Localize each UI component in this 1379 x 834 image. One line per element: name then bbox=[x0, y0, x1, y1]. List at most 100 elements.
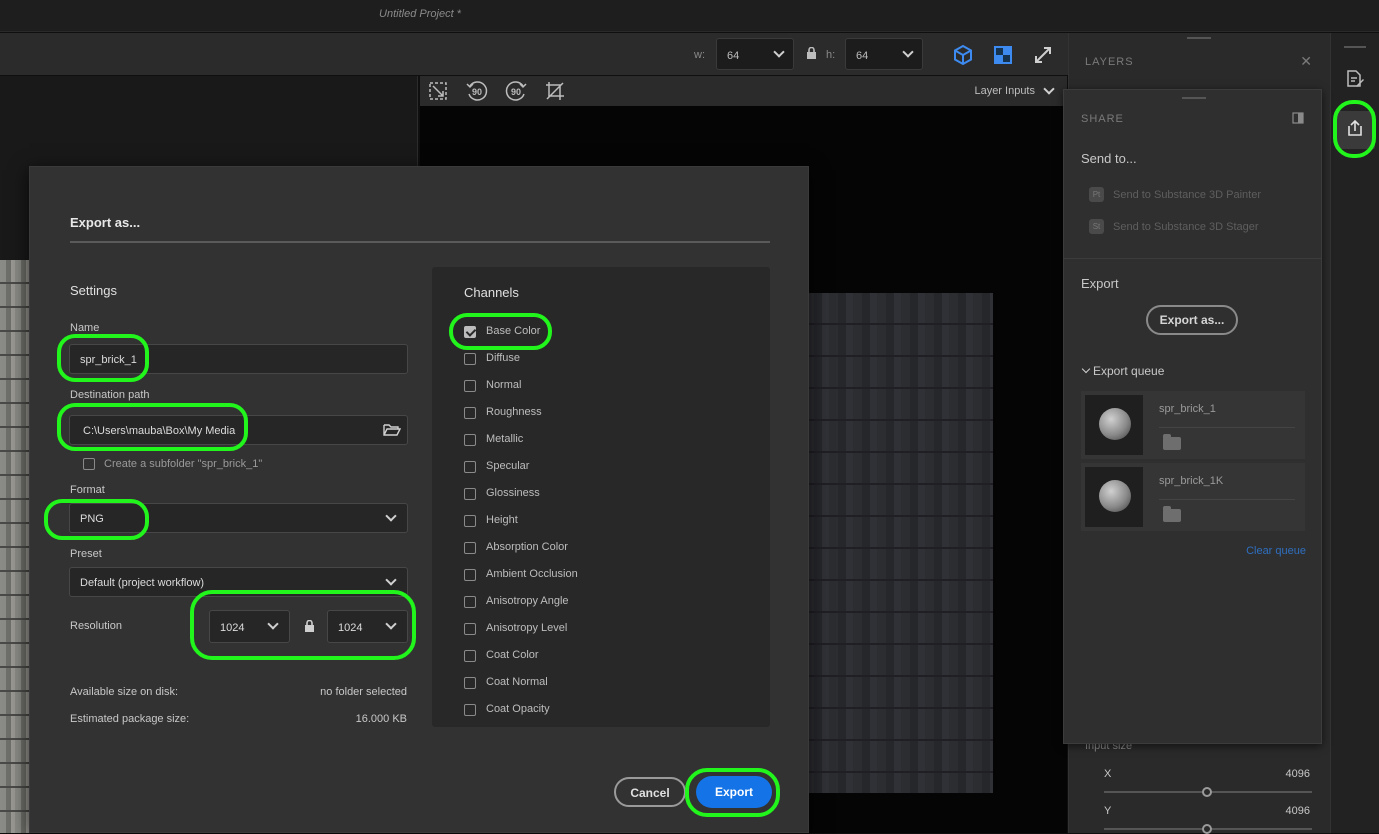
y-label: Y bbox=[1104, 805, 1112, 817]
destination-label: Destination path bbox=[70, 389, 150, 401]
queue-item[interactable]: spr_brick_1 bbox=[1081, 391, 1305, 459]
panel-grip[interactable] bbox=[1187, 37, 1211, 39]
queue-item[interactable]: spr_brick_1K bbox=[1081, 463, 1305, 531]
export-dialog: Export as... Settings Name spr_brick_1 D… bbox=[29, 166, 809, 833]
channel-label: Roughness bbox=[486, 406, 542, 418]
channel-checkbox[interactable] bbox=[464, 407, 476, 419]
layers-title: LAYERS bbox=[1085, 56, 1134, 68]
format-value: PNG bbox=[80, 513, 104, 525]
name-value: spr_brick_1 bbox=[80, 354, 137, 366]
rotate-cw-icon[interactable]: 90 bbox=[503, 78, 529, 104]
channel-checkbox[interactable] bbox=[464, 326, 476, 338]
channel-checkbox[interactable] bbox=[464, 380, 476, 392]
resolution-label: Resolution bbox=[70, 620, 122, 632]
queue-thumbnail bbox=[1085, 467, 1143, 527]
close-icon[interactable]: ✕ bbox=[1300, 53, 1312, 70]
subfolder-label: Create a subfolder "spr_brick_1" bbox=[104, 458, 263, 470]
channel-checkbox[interactable] bbox=[464, 434, 476, 446]
channel-label: Height bbox=[486, 514, 518, 526]
channel-checkbox[interactable] bbox=[464, 461, 476, 473]
export-as-button[interactable]: Export as... bbox=[1146, 305, 1238, 335]
channel-checkbox[interactable] bbox=[464, 542, 476, 554]
send-to-stager[interactable]: Send to Substance 3D Stager bbox=[1113, 221, 1259, 233]
queue-item-name: spr_brick_1 bbox=[1159, 403, 1216, 415]
preset-select[interactable]: Default (project workflow) bbox=[69, 567, 408, 597]
x-slider-knob[interactable] bbox=[1202, 787, 1212, 797]
layer-inputs-toggle[interactable]: Layer Inputs bbox=[974, 85, 1035, 97]
resolution-width-value: 1024 bbox=[220, 622, 245, 634]
disk-size-label: Available size on disk: bbox=[70, 686, 179, 698]
export-queue-heading[interactable]: Export queue bbox=[1093, 364, 1164, 378]
name-label: Name bbox=[70, 322, 100, 334]
destination-path-input[interactable]: C:\Users\mauba\Box\My Media bbox=[69, 415, 408, 445]
width-select[interactable]: 64 bbox=[716, 38, 794, 70]
channel-checkbox[interactable] bbox=[464, 353, 476, 365]
texture-preview-strip bbox=[0, 260, 30, 833]
clear-queue-link[interactable]: Clear queue bbox=[1246, 545, 1306, 557]
x-label: X bbox=[1104, 768, 1112, 780]
channel-label: Coat Color bbox=[486, 649, 539, 661]
project-title: Untitled Project * bbox=[379, 8, 461, 20]
material-ball-icon bbox=[1099, 480, 1131, 512]
lock-icon[interactable] bbox=[304, 620, 315, 633]
preset-label: Preset bbox=[70, 548, 102, 560]
channel-checkbox[interactable] bbox=[464, 623, 476, 635]
texture-preview bbox=[805, 293, 993, 793]
dock-icon[interactable] bbox=[1292, 112, 1304, 124]
channel-checkbox[interactable] bbox=[464, 650, 476, 662]
rotate-ccw-icon[interactable]: 90 bbox=[464, 78, 490, 104]
divider bbox=[1064, 258, 1321, 259]
2d-view-icon[interactable] bbox=[992, 44, 1014, 66]
channel-checkbox[interactable] bbox=[464, 677, 476, 689]
properties-icon[interactable] bbox=[1345, 69, 1365, 89]
channel-checkbox[interactable] bbox=[464, 569, 476, 581]
svg-text:90: 90 bbox=[511, 87, 521, 97]
channel-checkbox[interactable] bbox=[464, 596, 476, 608]
3d-view-icon[interactable] bbox=[952, 44, 974, 66]
send-to-painter[interactable]: Send to Substance 3D Painter bbox=[1113, 189, 1261, 201]
canvas-toolbar: w: 64 h: 64 bbox=[0, 33, 1068, 75]
crop-icon[interactable] bbox=[544, 80, 566, 102]
destination-value: C:\Users\mauba\Box\My Media bbox=[83, 425, 236, 437]
share-export-icon[interactable] bbox=[1345, 118, 1365, 138]
channel-checkbox[interactable] bbox=[464, 515, 476, 527]
format-select[interactable]: PNG bbox=[69, 503, 408, 533]
stager-app-icon: St bbox=[1089, 219, 1104, 234]
layer-inputs-chevron-icon[interactable] bbox=[1043, 83, 1055, 95]
name-input[interactable]: spr_brick_1 bbox=[69, 344, 408, 374]
fit-icon[interactable] bbox=[428, 81, 448, 101]
channel-label: Ambient Occlusion bbox=[486, 568, 578, 580]
channel-checkbox[interactable] bbox=[464, 488, 476, 500]
resolution-width-select[interactable]: 1024 bbox=[209, 610, 290, 643]
subfolder-checkbox[interactable] bbox=[83, 458, 95, 470]
export-button[interactable]: Export bbox=[696, 776, 772, 808]
channel-checkbox[interactable] bbox=[464, 704, 476, 716]
rail-divider bbox=[1344, 46, 1366, 48]
cancel-button[interactable]: Cancel bbox=[614, 777, 686, 807]
folder-icon[interactable] bbox=[1163, 434, 1181, 450]
height-value: 64 bbox=[856, 50, 869, 62]
channel-label: Diffuse bbox=[486, 352, 521, 364]
y-value: 4096 bbox=[1285, 805, 1310, 817]
share-grip[interactable] bbox=[1182, 97, 1206, 99]
chevron-down-icon bbox=[385, 510, 397, 522]
share-title: SHARE bbox=[1081, 113, 1124, 125]
folder-open-icon[interactable] bbox=[383, 422, 401, 437]
settings-heading: Settings bbox=[70, 283, 117, 298]
x-value: 4096 bbox=[1285, 768, 1310, 780]
chevron-down-icon bbox=[385, 618, 397, 630]
resolution-height-select[interactable]: 1024 bbox=[327, 610, 408, 643]
channel-label: Coat Normal bbox=[486, 676, 548, 688]
channel-label: Base Color bbox=[486, 325, 541, 337]
height-label: h: bbox=[826, 49, 836, 61]
expand-icon[interactable] bbox=[1032, 44, 1054, 66]
chevron-down-icon bbox=[385, 574, 397, 586]
painter-app-icon: Pt bbox=[1089, 187, 1104, 202]
folder-icon[interactable] bbox=[1163, 506, 1181, 522]
lock-icon[interactable] bbox=[806, 47, 817, 60]
format-label: Format bbox=[70, 484, 105, 496]
height-select[interactable]: 64 bbox=[845, 38, 923, 70]
channel-label: Anisotropy Level bbox=[486, 622, 568, 634]
channels-heading: Channels bbox=[464, 285, 519, 300]
queue-chevron-icon[interactable] bbox=[1081, 364, 1091, 374]
